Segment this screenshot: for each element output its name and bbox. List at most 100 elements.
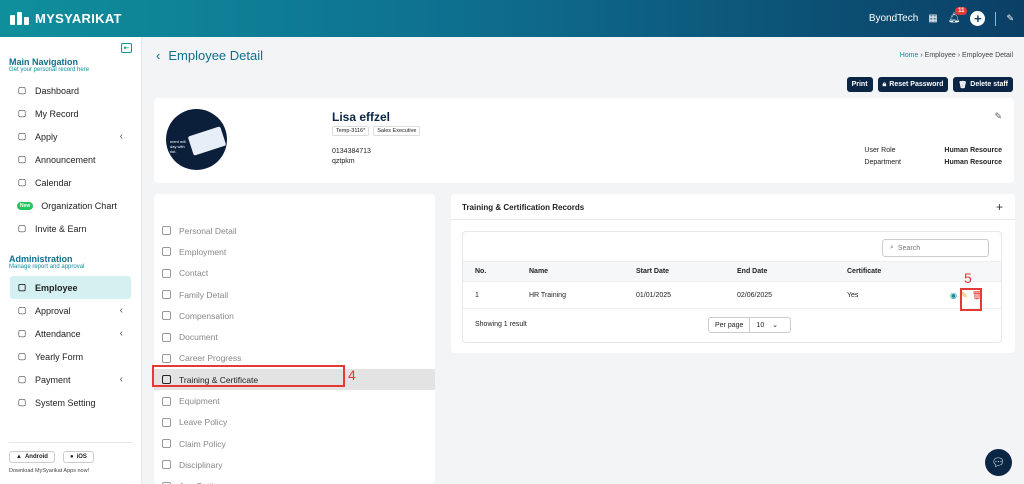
submenu-item-personal-detail[interactable]: Personal Detail [154, 220, 435, 241]
user-role-label: User Role [864, 147, 896, 154]
sidebar-item-employee[interactable]: ▢ Employee [10, 276, 131, 299]
result-count: Showing 1 result [475, 320, 527, 328]
brand-name: MYSYARIKAT [35, 11, 122, 26]
submenu-item-document[interactable]: Document [154, 326, 435, 347]
new-badge: New [17, 201, 34, 210]
delete-staff-button[interactable]: 🗑︎ Delete staff [953, 77, 1013, 92]
chevron-left-icon: ‹ [119, 374, 123, 385]
row-certificate: Yes [847, 292, 859, 299]
submenu-label: Career Progress [179, 353, 242, 364]
sidebar-item-apply[interactable]: ▢ Apply ‹ [0, 125, 131, 148]
employment-icon [162, 247, 171, 257]
submenu-item-equipment[interactable]: Equipment [154, 390, 435, 411]
ios-button[interactable]: ● iOS [62, 451, 94, 463]
submenu-item-app-setting[interactable]: App Setting [154, 476, 435, 484]
department-label: Department [864, 159, 901, 166]
main-nav-subtitle: Get your personal record here [9, 67, 90, 73]
sidebar-item-label: Invite & Earn [35, 223, 87, 234]
breadcrumb-home[interactable]: Home [900, 52, 919, 59]
submenu-item-leave-policy[interactable]: Leave Policy [154, 412, 435, 433]
header-no: No. [475, 268, 487, 275]
dashboard-icon: ▢ [17, 85, 27, 95]
edit-profile-icon[interactable]: ✎ [994, 111, 1002, 122]
sidebar-item-label: Organization Chart [41, 200, 117, 211]
table-row: 1 HR Training 01/01/2025 02/06/2025 Yes … [463, 283, 1001, 309]
page-title-text: Employee Detail [168, 48, 263, 63]
sidebar-item-announcement[interactable]: ▢ Announcement [0, 148, 131, 171]
header-start-date: Start Date [636, 268, 670, 275]
android-button[interactable]: ▲ Android [9, 451, 55, 463]
search-icon: ⌕ [890, 244, 894, 251]
equipment-icon [162, 396, 171, 406]
sidebar-item-label: System Setting [35, 397, 96, 408]
annotation-box-4 [152, 365, 345, 387]
building-icon[interactable]: ▦ [928, 13, 937, 24]
chevron-left-icon: ‹ [119, 328, 123, 339]
approval-icon: ▢ [17, 305, 27, 315]
bell-icon[interactable]: 🔔︎ 11 [948, 7, 968, 24]
submenu-item-disciplinary[interactable]: Disciplinary [154, 454, 435, 475]
sidebar-item-label: Attendance [35, 328, 81, 339]
sidebar-item-calendar[interactable]: ▢ Calendar [0, 171, 131, 194]
submenu-item-family-detail[interactable]: Family Detail [154, 284, 435, 305]
personal-detail-icon [162, 226, 171, 236]
breadcrumb-current: Employee Detail [962, 52, 1013, 59]
submenu-item-claim-policy[interactable]: Claim Policy [154, 433, 435, 454]
main-content: ‹ Employee Detail Home › Employee › Empl… [142, 37, 1024, 484]
submenu-label: Disciplinary [179, 459, 223, 470]
annotation-number-4: 4 [348, 367, 356, 383]
sidebar-item-label: Employee [35, 282, 78, 293]
add-icon[interactable]: + [970, 11, 986, 26]
submenu-label: Contact [179, 268, 209, 279]
per-page-select[interactable]: Per page 10 ⌄ [708, 317, 792, 333]
sidebar-item-attendance[interactable]: ▢ Attendance ‹ [0, 322, 131, 345]
print-button[interactable]: Print [846, 77, 873, 92]
sidebar-item-system-setting[interactable]: ▢ System Setting [0, 391, 131, 414]
sidebar-item-my-record[interactable]: ▢ My Record [0, 102, 131, 125]
page-title: ‹ Employee Detail [156, 48, 263, 63]
submenu-item-compensation[interactable]: Compensation [154, 305, 435, 326]
profile-card: ment will day with rkit. Lisa effzel Temp-… [154, 98, 1014, 183]
view-icon[interactable]: ◉ [950, 291, 957, 300]
search-placeholder: Search [897, 244, 921, 252]
android-label: Android [24, 454, 48, 460]
row-end-date: 02/06/2025 [737, 292, 773, 299]
sidebar-item-dashboard[interactable]: ▢ Dashboard [0, 79, 131, 102]
ios-label: iOS [76, 454, 87, 460]
reset-password-button[interactable]: 🔒︎ Reset Password [877, 77, 949, 92]
add-record-icon[interactable]: + [996, 200, 1003, 214]
career-progress-icon [162, 353, 171, 363]
records-table: ⌕ Search No. Name Start Date End Date Ce… [462, 231, 1002, 343]
row-name: HR Training [529, 292, 566, 299]
payment-icon: ▢ [17, 374, 27, 384]
per-page-value: 10 [756, 321, 765, 329]
submenu-label: Leave Policy [179, 417, 228, 428]
sidebar-item-approval[interactable]: ▢ Approval ‹ [0, 299, 131, 322]
sidebar-item-payment[interactable]: ▢ Payment ‹ [0, 368, 131, 391]
breadcrumb-employee[interactable]: Employee [925, 52, 956, 59]
user-avatar[interactable]: ✎ [1006, 13, 1014, 24]
submenu-item-contact[interactable]: Contact [154, 263, 435, 284]
annotation-number-5: 5 [964, 270, 972, 286]
chat-icon[interactable]: 💬︎ [985, 449, 1012, 476]
app-logo[interactable]: MYSYARIKAT [10, 11, 122, 26]
search-input[interactable]: ⌕ Search [882, 239, 989, 257]
submenu-item-employment[interactable]: Employment [154, 241, 435, 262]
row-no: 1 [475, 292, 479, 299]
employee-name: Lisa effzel [332, 110, 391, 124]
divider [995, 11, 997, 26]
sidebar-item-label: Dashboard [35, 85, 80, 96]
collapse-sidebar-icon[interactable]: ⇤ [121, 43, 132, 53]
header-name: Name [529, 268, 549, 275]
sidebar-item-yearly-form[interactable]: ▢ Yearly Form [0, 345, 131, 368]
sidebar-item-label: Apply [35, 131, 58, 142]
back-chevron-icon[interactable]: ‹ [156, 48, 160, 63]
sidebar-item-invite-earn[interactable]: ▢ Invite & Earn [0, 217, 131, 240]
company-name[interactable]: ByondTech [869, 13, 918, 24]
system-setting-icon: ▢ [17, 397, 27, 407]
submenu-label: Personal Detail [179, 225, 237, 236]
employee-phone: 0134384713 [332, 148, 371, 155]
notification-badge: 11 [955, 7, 968, 15]
lock-icon: 🔒︎ [882, 80, 887, 88]
sidebar-item-organization-chart[interactable]: New Organization Chart [0, 194, 131, 217]
